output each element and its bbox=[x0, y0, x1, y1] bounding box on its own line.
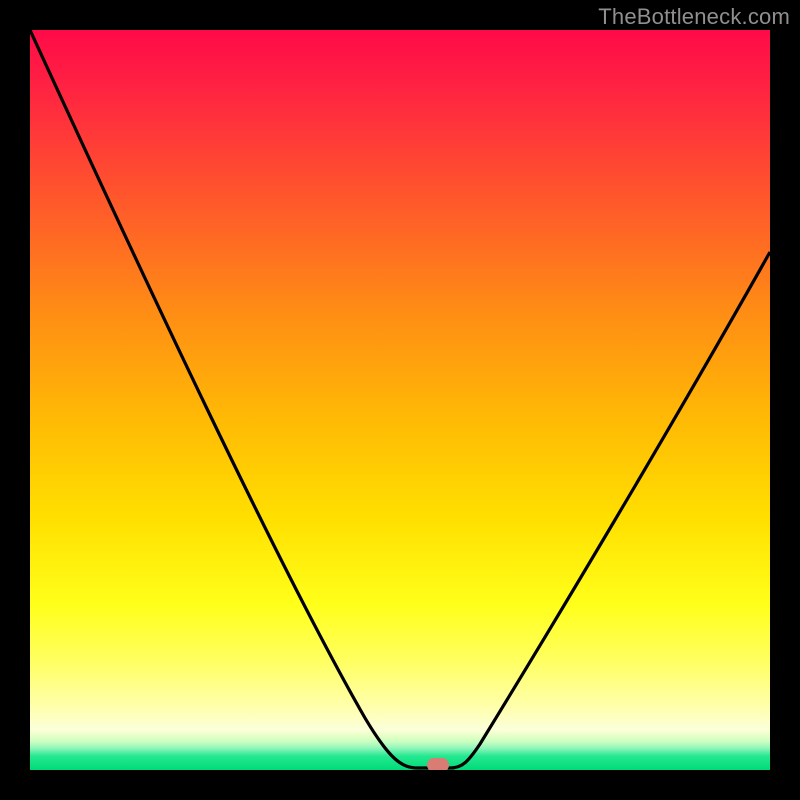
curve-path bbox=[30, 30, 770, 768]
chart-frame: TheBottleneck.com bbox=[0, 0, 800, 800]
watermark-text: TheBottleneck.com bbox=[598, 4, 790, 30]
minimum-marker bbox=[427, 758, 449, 770]
bottleneck-curve bbox=[30, 30, 770, 770]
plot-area bbox=[30, 30, 770, 770]
